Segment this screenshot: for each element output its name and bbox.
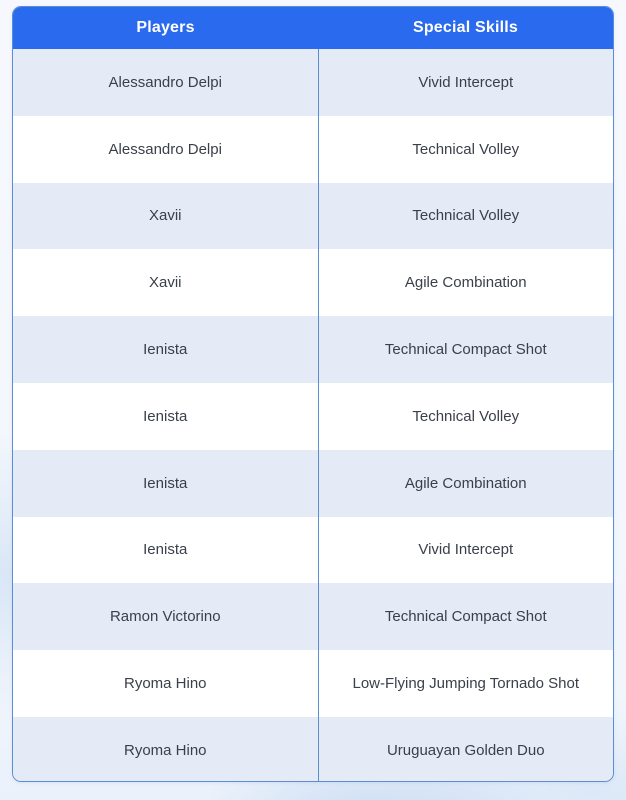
table-row[interactable]: Ryoma Hino Low-Flying Jumping Tornado Sho… xyxy=(13,650,613,717)
table-body: Alessandro Delpi Vivid Intercept Alessandr… xyxy=(13,49,613,781)
table-row[interactable]: Alessandro Delpi Vivid Intercept xyxy=(13,49,613,116)
table-row[interactable]: Xavii Technical Volley xyxy=(13,182,613,250)
cell-player: Ienista xyxy=(13,516,319,584)
cell-special-skill: Technical Volley xyxy=(318,182,613,250)
cell-special-skill: Technical Volley xyxy=(318,382,613,450)
table-row[interactable]: Ienista Technical Volley xyxy=(13,382,613,450)
table-row[interactable]: Ienista Agile Combination xyxy=(13,449,613,517)
cell-player: Xavii xyxy=(13,249,319,317)
table-row[interactable]: Ramon Victorino Technical Compact Shot xyxy=(13,583,613,651)
cell-player: Alessandro Delpi xyxy=(13,49,319,116)
table-row[interactable]: Ienista Vivid Intercept xyxy=(13,516,613,584)
cell-special-skill: Agile Combination xyxy=(318,449,613,517)
cell-special-skill: Agile Combination xyxy=(318,249,613,317)
cell-special-skill: Vivid Intercept xyxy=(318,49,613,116)
cell-player: Ienista xyxy=(13,316,319,383)
cell-player: Xavii xyxy=(13,182,319,250)
cell-special-skill: Low-Flying Jumping Tornado Shot xyxy=(318,650,613,717)
cell-special-skill: Vivid Intercept xyxy=(318,516,613,584)
column-header-special-skills[interactable]: Special Skills xyxy=(318,7,613,49)
table-header: Players Special Skills xyxy=(13,7,613,49)
cell-player: Ienista xyxy=(13,382,319,450)
cell-player: Alessandro Delpi xyxy=(13,115,319,183)
table-row[interactable]: Xavii Agile Combination xyxy=(13,249,613,317)
cell-special-skill: Technical Volley xyxy=(318,115,613,183)
table-row[interactable]: Ryoma Hino Uruguayan Golden Duo xyxy=(13,716,613,781)
cell-special-skill: Technical Compact Shot xyxy=(318,583,613,651)
cell-player: Ramon Victorino xyxy=(13,583,319,651)
cell-special-skill: Technical Compact Shot xyxy=(318,316,613,383)
players-skills-table: Players Special Skills Alessandro Delpi V… xyxy=(13,7,613,781)
cell-player: Ryoma Hino xyxy=(13,650,319,717)
cell-player: Ienista xyxy=(13,449,319,517)
table-row[interactable]: Alessandro Delpi Technical Volley xyxy=(13,115,613,183)
table-header-row: Players Special Skills xyxy=(13,7,613,49)
cell-player: Ryoma Hino xyxy=(13,716,319,781)
players-skills-table-card: Players Special Skills Alessandro Delpi V… xyxy=(12,6,614,782)
column-header-players[interactable]: Players xyxy=(13,7,318,49)
cell-special-skill: Uruguayan Golden Duo xyxy=(318,716,613,781)
table-row[interactable]: Ienista Technical Compact Shot xyxy=(13,316,613,383)
